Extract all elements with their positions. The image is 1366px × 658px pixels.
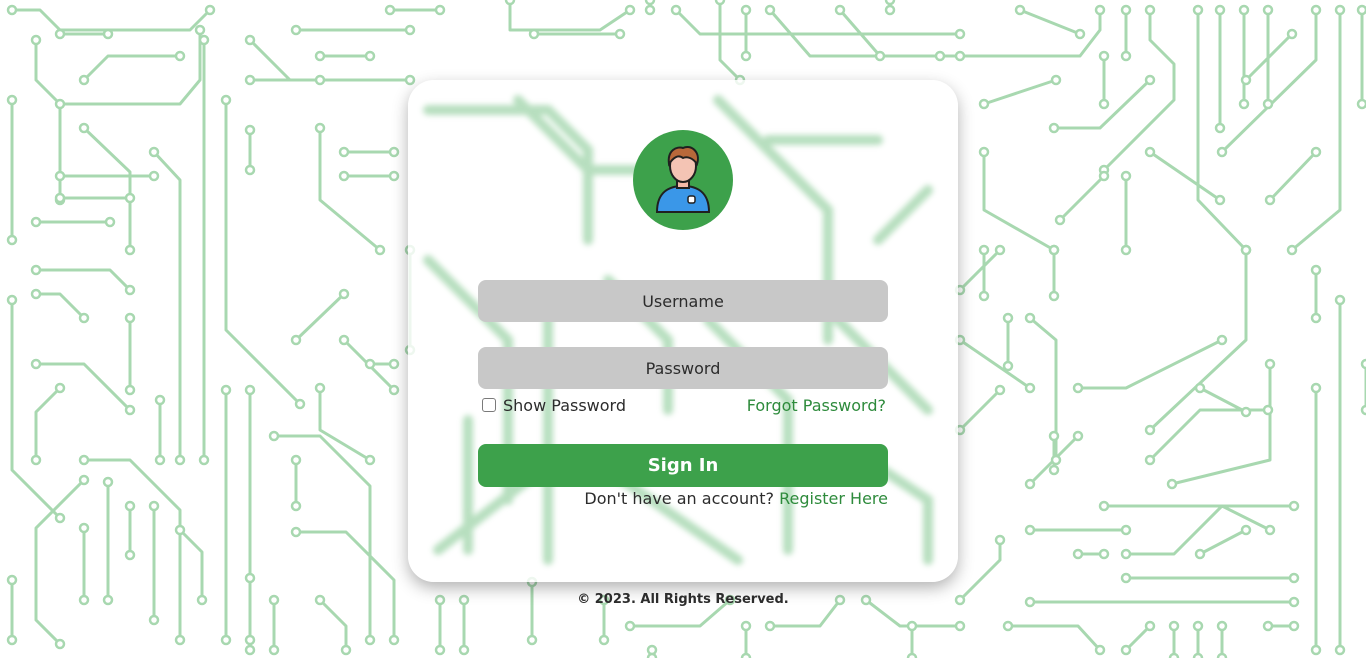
username-input[interactable] xyxy=(478,280,888,322)
register-prompt: Don't have an account? Register Here xyxy=(584,489,888,508)
register-link[interactable]: Register Here xyxy=(779,489,888,508)
show-password-checkbox[interactable] xyxy=(482,398,496,412)
forgot-password-link[interactable]: Forgot Password? xyxy=(747,396,886,415)
login-card: Show Password Forgot Password? Sign In D… xyxy=(408,80,958,582)
user-avatar xyxy=(633,130,733,230)
sign-in-button[interactable]: Sign In xyxy=(478,444,888,487)
password-input[interactable] xyxy=(478,347,888,389)
footer-copyright: © 2023. All Rights Reserved. xyxy=(577,592,789,607)
show-password-label[interactable]: Show Password xyxy=(503,396,626,415)
user-avatar-icon xyxy=(655,146,711,213)
no-account-text: Don't have an account? xyxy=(584,489,774,508)
password-options-row: Show Password Forgot Password? xyxy=(482,396,886,417)
